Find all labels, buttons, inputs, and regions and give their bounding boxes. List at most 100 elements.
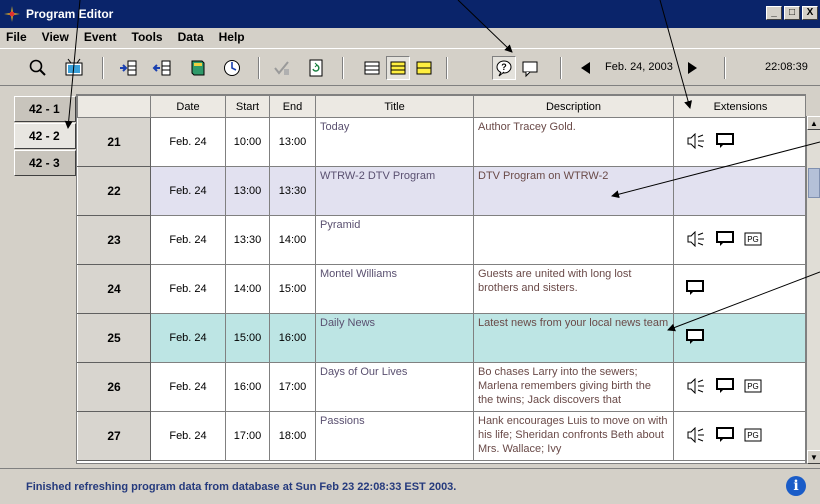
menu-data[interactable]: Data	[178, 30, 204, 44]
previous-day-icon[interactable]	[574, 56, 598, 80]
cell-end[interactable]: 14:00	[269, 215, 316, 265]
cell-description[interactable]: Bo chases Larry into the sewers; Marlena…	[473, 362, 674, 412]
list-view-icon[interactable]	[360, 56, 384, 80]
cell-extensions[interactable]: PG	[673, 215, 805, 265]
caption-bubble-icon[interactable]	[518, 56, 542, 80]
insert-row-icon[interactable]	[116, 56, 140, 80]
cell-title[interactable]: Pyramid	[315, 215, 474, 265]
header-title[interactable]: Title	[315, 95, 474, 118]
row-number[interactable]: 26	[77, 362, 151, 412]
cell-date[interactable]: Feb. 24	[150, 313, 226, 363]
cell-extensions[interactable]	[673, 117, 805, 167]
cell-start[interactable]: 17:00	[225, 411, 270, 461]
row-number[interactable]: 23	[77, 215, 151, 265]
tv-icon[interactable]	[62, 56, 86, 80]
cell-start[interactable]: 13:00	[225, 166, 270, 216]
cell-title[interactable]: Daily News	[315, 313, 474, 363]
checkmark-icon[interactable]	[270, 56, 294, 80]
table-row[interactable]: 25 Feb. 24 15:00 16:00 Daily News Latest news…	[77, 313, 805, 363]
cell-date[interactable]: Feb. 24	[150, 117, 226, 167]
cell-end[interactable]: 18:00	[269, 411, 316, 461]
pg-rating-icon: PG	[744, 428, 762, 445]
table-row[interactable]: 24 Feb. 24 14:00 15:00 Montel Williams Guests…	[77, 264, 805, 314]
cell-start[interactable]: 13:30	[225, 215, 270, 265]
pg-rating-icon: PG	[744, 232, 762, 249]
row-number[interactable]: 24	[77, 264, 151, 314]
cell-title[interactable]: WTRW-2 DTV Program	[315, 166, 474, 216]
row-number[interactable]: 25	[77, 313, 151, 363]
header-end[interactable]: End	[269, 95, 316, 118]
svg-text:?: ?	[501, 62, 507, 72]
menu-tools[interactable]: Tools	[132, 30, 163, 44]
cell-description[interactable]: Guests are united with long lost brother…	[473, 264, 674, 314]
info-icon[interactable]: i	[786, 476, 806, 496]
cell-description[interactable]: DTV Program on WTRW-2	[473, 166, 674, 216]
pg-rating-icon: PG	[744, 379, 762, 396]
cell-date[interactable]: Feb. 24	[150, 166, 226, 216]
cell-start[interactable]: 10:00	[225, 117, 270, 167]
header-description[interactable]: Description	[473, 95, 674, 118]
cell-description[interactable]: Latest news from your local news team	[473, 313, 674, 363]
grid-header: Date Start End Title Description Extensi…	[77, 95, 805, 118]
cell-date[interactable]: Feb. 24	[150, 264, 226, 314]
cell-start[interactable]: 16:00	[225, 362, 270, 412]
row-number[interactable]: 22	[77, 166, 151, 216]
cell-end[interactable]: 13:00	[269, 117, 316, 167]
book-icon[interactable]	[186, 56, 210, 80]
cell-date[interactable]: Feb. 24	[150, 215, 226, 265]
cell-extensions[interactable]	[673, 166, 805, 216]
table-row[interactable]: 27 Feb. 24 17:00 18:00 Passions Hank encourag…	[77, 411, 805, 461]
table-row[interactable]: 23 Feb. 24 13:30 14:00 Pyramid PG	[77, 215, 805, 265]
cell-extensions[interactable]: PG	[673, 411, 805, 461]
maximize-button[interactable]: □	[784, 6, 800, 20]
menu-file[interactable]: File	[6, 30, 27, 44]
tab-42-2[interactable]: 42 - 2	[14, 123, 76, 149]
table-row[interactable]: 22 Feb. 24 13:00 13:30 WTRW-2 DTV Program DTV…	[77, 166, 805, 216]
cell-end[interactable]: 13:30	[269, 166, 316, 216]
row-number[interactable]: 21	[77, 117, 151, 167]
scroll-thumb[interactable]	[808, 168, 820, 198]
cell-end[interactable]: 16:00	[269, 313, 316, 363]
menu-event[interactable]: Event	[84, 30, 117, 44]
table-row[interactable]: 21 Feb. 24 10:00 13:00 Today Author Tracey Go…	[77, 117, 805, 167]
header-date[interactable]: Date	[150, 95, 226, 118]
next-day-icon[interactable]	[680, 56, 704, 80]
header-start[interactable]: Start	[225, 95, 270, 118]
minimize-button[interactable]: _	[766, 6, 782, 20]
row-number[interactable]: 27	[77, 411, 151, 461]
cell-date[interactable]: Feb. 24	[150, 362, 226, 412]
refresh-icon[interactable]	[304, 56, 328, 80]
close-button[interactable]: X	[802, 6, 818, 20]
scroll-down-icon[interactable]: ▼	[807, 450, 820, 464]
cell-end[interactable]: 17:00	[269, 362, 316, 412]
menu-view[interactable]: View	[42, 30, 69, 44]
cell-date[interactable]: Feb. 24	[150, 411, 226, 461]
cell-start[interactable]: 14:00	[225, 264, 270, 314]
scroll-up-icon[interactable]: ▲	[807, 116, 820, 130]
cell-title[interactable]: Passions	[315, 411, 474, 461]
grid-view-icon[interactable]	[412, 56, 436, 80]
tab-42-3[interactable]: 42 - 3	[14, 150, 76, 176]
clock-icon[interactable]	[220, 56, 244, 80]
cell-description[interactable]: Hank encourages Luis to move on with his…	[473, 411, 674, 461]
cell-end[interactable]: 15:00	[269, 264, 316, 314]
menu-help[interactable]: Help	[219, 30, 245, 44]
cell-extensions[interactable]	[673, 264, 805, 314]
cell-title[interactable]: Montel Williams	[315, 264, 474, 314]
caption-icon	[716, 132, 734, 152]
vertical-scrollbar[interactable]: ▲ ▼	[806, 116, 820, 464]
table-row[interactable]: 26 Feb. 24 16:00 17:00 Days of Our Lives Bo c…	[77, 362, 805, 412]
remove-row-icon[interactable]	[150, 56, 174, 80]
cell-title[interactable]: Today	[315, 117, 474, 167]
list-view-yellow-icon[interactable]	[386, 56, 410, 80]
cell-extensions[interactable]	[673, 313, 805, 363]
cell-description[interactable]	[473, 215, 674, 265]
help-bubble-icon[interactable]: ?	[492, 56, 516, 80]
search-icon[interactable]	[26, 56, 50, 80]
header-extensions[interactable]: Extensions	[673, 95, 805, 118]
cell-description[interactable]: Author Tracey Gold.	[473, 117, 674, 167]
cell-title[interactable]: Days of Our Lives	[315, 362, 474, 412]
cell-extensions[interactable]: PG	[673, 362, 805, 412]
cell-start[interactable]: 15:00	[225, 313, 270, 363]
tab-42-1[interactable]: 42 - 1	[14, 96, 76, 122]
